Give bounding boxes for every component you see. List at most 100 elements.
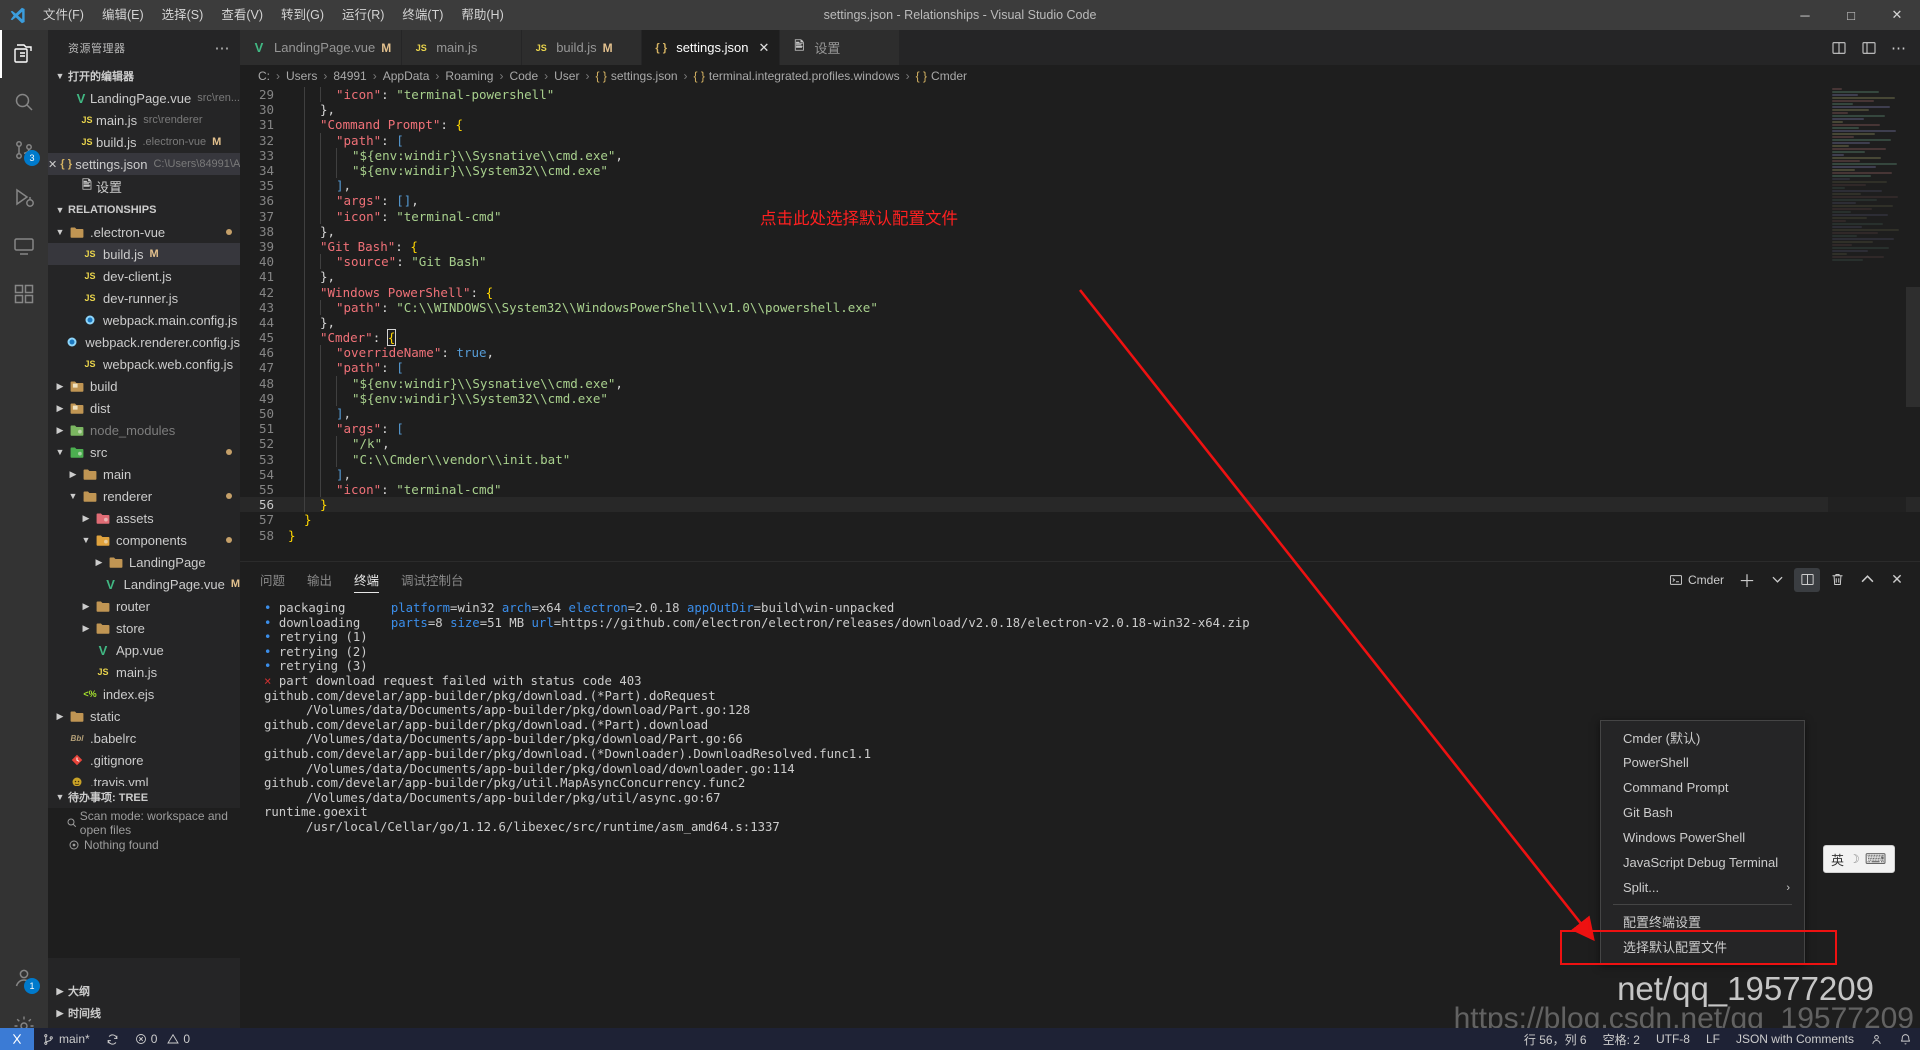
tree-folder-row[interactable]: ▶ assets — [48, 507, 240, 529]
editor-tab[interactable]: JS main.js — [402, 30, 523, 65]
feedback-icon[interactable] — [1862, 1028, 1891, 1050]
remote-explorer-icon[interactable] — [0, 222, 48, 270]
open-editor-item[interactable]: JS build.js .electron-vue M — [48, 131, 240, 153]
close-icon[interactable]: ✕ — [48, 158, 57, 171]
code-line[interactable]: 55 "icon": "terminal-cmd" — [240, 481, 1920, 498]
maximize-button[interactable]: □ — [1828, 0, 1874, 30]
code-line[interactable]: 57} — [240, 512, 1920, 527]
code-line[interactable]: 41}, — [240, 269, 1920, 285]
editor-tab[interactable]: 🖹 设置 — [780, 30, 901, 65]
source-control-icon[interactable]: 3 — [0, 126, 48, 174]
tree-folder-row[interactable]: ▶ LandingPage — [48, 551, 240, 573]
breadcrumb-code[interactable]: Code — [509, 69, 538, 83]
menu-go[interactable]: 转到(G) — [272, 4, 333, 26]
tree-folder-row[interactable]: ▶ main — [48, 463, 240, 485]
terminal-selector[interactable]: Cmder — [1663, 571, 1730, 589]
menu-help[interactable]: 帮助(H) — [452, 4, 512, 26]
scrollbar-thumb[interactable] — [1906, 287, 1920, 407]
status-eol[interactable]: LF — [1698, 1028, 1728, 1050]
chevron-down-icon[interactable] — [1764, 568, 1790, 592]
editor-tab[interactable]: V LandingPage.vue M — [240, 30, 403, 65]
tree-folder-row[interactable]: ▶ dist — [48, 397, 240, 419]
tree-file-row[interactable]: webpack.main.config.js — [48, 309, 240, 331]
menu-item[interactable]: PowerShell — [1601, 750, 1804, 775]
menu-view[interactable]: 查看(V) — [212, 4, 272, 26]
breadcrumb-84991[interactable]: 84991 — [333, 69, 366, 83]
code-line[interactable]: 45 "Cmder": { — [240, 329, 1920, 347]
code-line[interactable]: 56} — [240, 497, 1920, 513]
tree-file-row[interactable]: JS build.js M — [48, 243, 240, 265]
remote-indicator-icon[interactable] — [0, 1028, 34, 1050]
menu-item[interactable]: Windows PowerShell — [1601, 825, 1804, 850]
tab-debug-console[interactable]: 调试控制台 — [401, 562, 464, 597]
section-todo-tree[interactable]: ▼ 待办事项: TREE — [48, 786, 240, 808]
breadcrumb-settings-json[interactable]: settings.json — [611, 69, 678, 83]
chevron-down-icon[interactable]: ▼ — [52, 447, 68, 457]
code-line[interactable]: 36 "args": [], — [240, 193, 1920, 209]
status-language-mode[interactable]: JSON with Comments — [1728, 1028, 1862, 1050]
code-line[interactable]: 46 "overrideName": true, — [240, 345, 1920, 361]
split-terminal-icon[interactable] — [1794, 567, 1820, 592]
tree-file-row[interactable]: JS webpack.web.config.js — [48, 353, 240, 375]
chevron-right-icon[interactable]: ▶ — [78, 601, 94, 612]
editor-tab[interactable]: JS build.js M — [522, 30, 643, 65]
breadcrumb-roaming[interactable]: Roaming — [445, 69, 493, 83]
tab-close-icon[interactable]: ✕ — [758, 40, 769, 56]
status-indentation[interactable]: 空格: 2 — [1595, 1028, 1648, 1050]
code-line[interactable]: 51 "args": [ — [240, 421, 1920, 437]
tree-folder-row[interactable]: ▶ store — [48, 617, 240, 639]
more-actions-icon[interactable]: ⋯ — [1891, 39, 1906, 57]
code-line[interactable]: 39 "Git Bash": { — [240, 238, 1920, 255]
breadcrumb-users[interactable]: Users — [286, 69, 317, 83]
menu-file[interactable]: 文件(F) — [34, 4, 93, 26]
tree-folder-row[interactable]: ▶ router — [48, 595, 240, 617]
breadcrumb-c[interactable]: C: — [258, 69, 270, 83]
tab-output[interactable]: 输出 — [307, 562, 332, 597]
tab-terminal[interactable]: 终端 — [354, 562, 380, 597]
code-line[interactable]: 48 "${env:windir}\\Sysnative\\cmd.exe", — [240, 375, 1920, 391]
tree-folder-row[interactable]: ▼ components — [48, 529, 240, 551]
accounts-icon[interactable]: 1 — [0, 954, 48, 1002]
menu-bar[interactable]: 文件(F) 编辑(E) 选择(S) 查看(V) 转到(G) 运行(R) 终端(T… — [34, 0, 513, 30]
chevron-right-icon[interactable]: ▶ — [78, 623, 94, 634]
open-editor-item[interactable]: V LandingPage.vue src\ren... — [48, 87, 240, 109]
tree-folder-row[interactable]: ▶ static — [48, 705, 240, 727]
menu-selection[interactable]: 选择(S) — [153, 4, 213, 26]
status-branch[interactable]: main* — [34, 1028, 98, 1050]
code-line[interactable]: 31 "Command Prompt": { — [240, 117, 1920, 133]
menu-run[interactable]: 运行(R) — [333, 4, 393, 26]
code-line[interactable]: 58} — [240, 527, 1920, 543]
menu-item[interactable]: Split... › — [1601, 875, 1804, 900]
tab-problems[interactable]: 问题 — [260, 562, 285, 597]
code-editor[interactable]: 29 "icon": "terminal-powershell" 30}, 31 "Co… — [240, 87, 1920, 561]
chevron-right-icon[interactable]: ▶ — [52, 425, 68, 436]
code-line[interactable]: 38}, — [240, 223, 1920, 239]
section-workspace[interactable]: ▼ RELATIONSHIPS — [48, 199, 240, 221]
tree-file-row[interactable]: V App.vue — [48, 639, 240, 661]
kill-terminal-icon[interactable] — [1824, 568, 1850, 592]
tree-file-row[interactable]: .gitignore — [48, 749, 240, 771]
code-line[interactable]: 35], — [240, 178, 1920, 194]
notifications-bell-icon[interactable] — [1891, 1028, 1920, 1050]
close-panel-icon[interactable]: ✕ — [1884, 568, 1910, 592]
code-line[interactable]: 49 "${env:windir}\\System32\\cmd.exe" — [240, 390, 1920, 406]
menu-item[interactable]: JavaScript Debug Terminal — [1601, 850, 1804, 875]
tree-file-row[interactable]: <% index.ejs — [48, 683, 240, 705]
chevron-right-icon[interactable]: ▶ — [52, 403, 68, 414]
breadcrumb-appdata[interactable]: AppData — [383, 69, 430, 83]
section-timeline[interactable]: ▶ 时间线 — [48, 1002, 240, 1024]
run-debug-icon[interactable] — [0, 174, 48, 222]
menu-edit[interactable]: 编辑(E) — [93, 4, 153, 26]
menu-terminal[interactable]: 终端(T) — [393, 4, 452, 26]
chevron-down-icon[interactable]: ▼ — [65, 491, 81, 501]
code-line[interactable]: 54], — [240, 466, 1920, 482]
menu-item[interactable]: Command Prompt — [1601, 775, 1804, 800]
chevron-right-icon[interactable]: ▶ — [65, 469, 81, 480]
tree-file-row[interactable]: Bbl .babelrc — [48, 727, 240, 749]
open-editor-item[interactable]: 🖹 设置 — [48, 175, 240, 197]
code-line[interactable]: 33 "${env:windir}\\Sysnative\\cmd.exe", — [240, 147, 1920, 163]
chevron-right-icon[interactable]: ▶ — [52, 381, 68, 392]
maximize-panel-icon[interactable] — [1854, 568, 1880, 592]
code-line[interactable]: 44}, — [240, 314, 1920, 330]
ime-indicator[interactable]: 英 ☽ ⌨ — [1823, 845, 1895, 873]
